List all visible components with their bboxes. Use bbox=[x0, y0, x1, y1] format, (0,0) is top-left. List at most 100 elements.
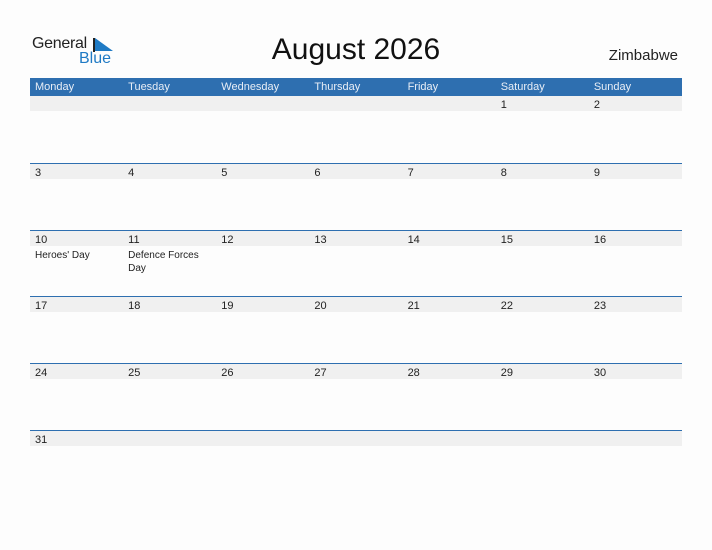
day-number: 22 bbox=[500, 300, 513, 313]
weekday-tuesday: Tuesday bbox=[128, 81, 170, 93]
day-cell: 27 bbox=[309, 364, 402, 382]
weekday-thursday: Thursday bbox=[314, 81, 361, 93]
week-cells: 31 bbox=[30, 431, 682, 449]
day-number bbox=[128, 434, 216, 447]
week-row: 3 4 5 6 7 8 9 bbox=[30, 163, 682, 230]
day-cell: 29 bbox=[496, 364, 589, 382]
weekday-wednesday: Wednesday bbox=[221, 81, 280, 93]
weekday-saturday: Saturday bbox=[500, 81, 545, 93]
day-cell: 28 bbox=[403, 364, 496, 382]
day-number bbox=[314, 99, 402, 112]
day-cell: 12 bbox=[216, 231, 309, 275]
day-number bbox=[128, 99, 216, 112]
day-cell: 5 bbox=[216, 164, 309, 182]
week-cells: 12 bbox=[30, 96, 682, 114]
day-cell bbox=[496, 431, 589, 449]
day-number: 5 bbox=[221, 167, 228, 179]
day-cell: 10 Heroes' Day bbox=[30, 231, 123, 275]
day-cell: 15 bbox=[496, 231, 589, 275]
day-number: 24 bbox=[35, 367, 48, 380]
day-number: 17 bbox=[35, 300, 48, 313]
holiday-label: Heroes' Day bbox=[35, 249, 90, 261]
day-cell: 2 bbox=[589, 96, 682, 114]
day-cell: 31 bbox=[30, 431, 123, 449]
day-number: 31 bbox=[35, 433, 48, 446]
day-cell: 22 bbox=[496, 297, 589, 315]
day-cell: 13 bbox=[309, 231, 402, 275]
day-cell: 30 bbox=[589, 364, 682, 382]
day-number: 19 bbox=[221, 300, 234, 313]
day-cell bbox=[309, 96, 402, 114]
weekday-monday: Monday bbox=[35, 81, 75, 93]
day-number bbox=[408, 99, 496, 112]
weekday-sunday: Sunday bbox=[593, 81, 632, 93]
week-row: 12 bbox=[30, 96, 682, 163]
week-cells: 10 Heroes' Day 11 Defence Forces Day 12 13 14 1… bbox=[30, 231, 682, 275]
day-number bbox=[221, 434, 309, 447]
day-number: 15 bbox=[500, 233, 513, 246]
day-number: 20 bbox=[314, 300, 327, 313]
day-number: 9 bbox=[593, 167, 600, 179]
day-number: 30 bbox=[593, 367, 607, 380]
week-row: 24 25 26 27 28 29 30 bbox=[30, 363, 682, 430]
day-cell bbox=[123, 96, 216, 114]
day-cell: 16 bbox=[589, 231, 682, 275]
week-cells: 3 4 5 6 7 8 9 bbox=[30, 164, 682, 182]
day-number: 1 bbox=[500, 99, 507, 111]
day-number: 26 bbox=[221, 367, 234, 380]
day-number: 10 bbox=[35, 233, 48, 246]
day-number: 12 bbox=[221, 233, 234, 246]
day-cell: 4 bbox=[123, 164, 216, 182]
day-cell: 18 bbox=[123, 297, 216, 315]
calendar-grid: Monday Tuesday Wednesday Thursday Friday… bbox=[30, 78, 682, 496]
day-number bbox=[314, 434, 402, 447]
day-cell: 1 bbox=[496, 96, 589, 114]
day-number: 11 bbox=[128, 233, 140, 246]
day-cell: 20 bbox=[309, 297, 402, 315]
day-number bbox=[594, 434, 682, 447]
week-row: 31 bbox=[30, 429, 682, 497]
day-cell: 24 bbox=[30, 364, 123, 382]
day-cell: 9 bbox=[589, 164, 682, 182]
day-cell bbox=[403, 96, 496, 114]
day-cell bbox=[309, 431, 402, 449]
weekday-header: Monday Tuesday Wednesday Thursday Friday… bbox=[30, 78, 682, 96]
day-cell: 7 bbox=[403, 164, 496, 182]
week-row: 17 18 19 20 21 22 23 bbox=[30, 296, 682, 363]
day-number: 21 bbox=[407, 300, 420, 313]
day-number: 8 bbox=[500, 167, 507, 179]
day-cell: 6 bbox=[309, 164, 402, 182]
day-number bbox=[501, 434, 589, 447]
day-cell bbox=[216, 431, 309, 449]
country-label: Zimbabwe bbox=[608, 47, 678, 64]
day-number: 18 bbox=[128, 300, 141, 313]
day-cell: 25 bbox=[123, 364, 216, 382]
day-number: 25 bbox=[128, 367, 141, 380]
day-cell: 19 bbox=[216, 297, 309, 315]
day-number: 7 bbox=[407, 167, 414, 179]
day-cell: 21 bbox=[403, 297, 496, 315]
day-number: 29 bbox=[500, 367, 513, 380]
day-cell: 23 bbox=[589, 297, 682, 315]
week-row: 10 Heroes' Day 11 Defence Forces Day 12 13 14 1… bbox=[30, 229, 682, 297]
day-number: 23 bbox=[593, 300, 607, 313]
day-cell bbox=[403, 431, 496, 449]
day-cell bbox=[30, 96, 123, 114]
holiday-label: Defence Forces Day bbox=[128, 249, 199, 274]
week-cells: 24 25 26 27 28 29 30 bbox=[30, 364, 682, 382]
day-cell bbox=[589, 431, 682, 449]
day-number bbox=[35, 99, 123, 112]
day-cell bbox=[123, 431, 216, 449]
day-number: 2 bbox=[593, 99, 600, 111]
day-number: 14 bbox=[407, 233, 420, 246]
weekday-friday: Friday bbox=[407, 81, 439, 93]
day-cell bbox=[216, 96, 309, 114]
day-number bbox=[408, 434, 496, 447]
week-cells: 17 18 19 20 21 22 23 bbox=[30, 297, 682, 315]
day-cell: 14 bbox=[403, 231, 496, 275]
page-title: August 2026 bbox=[271, 33, 441, 66]
day-number: 27 bbox=[314, 367, 327, 380]
day-number: 28 bbox=[407, 367, 420, 380]
day-number: 13 bbox=[314, 233, 327, 246]
day-cell: 11 Defence Forces Day bbox=[123, 231, 216, 275]
